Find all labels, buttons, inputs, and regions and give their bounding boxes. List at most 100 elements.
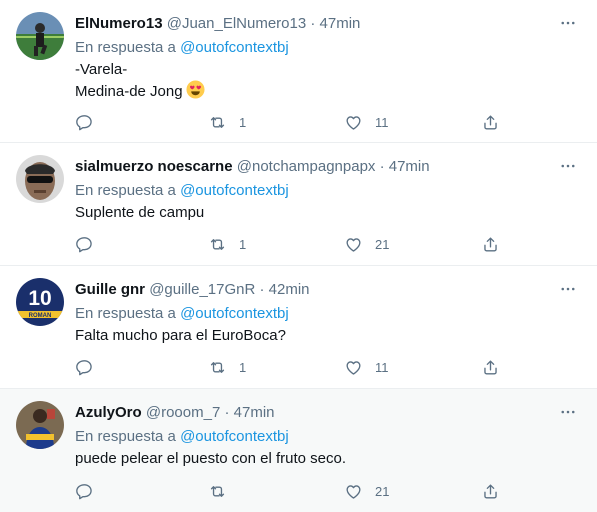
retweet-button[interactable] xyxy=(208,481,253,501)
heart-eyes-emoji-icon xyxy=(186,80,205,99)
reply-prefix: En respuesta a xyxy=(75,428,176,445)
reply-prefix: En respuesta a xyxy=(75,182,176,199)
tweet-text-line: Medina-de Jong xyxy=(75,80,205,102)
reply-context: En respuesta a @outofcontextbj xyxy=(75,304,289,324)
retweet-button[interactable]: 1 xyxy=(208,234,253,254)
retweet-icon xyxy=(210,238,225,250)
like-button[interactable]: 11 xyxy=(344,112,389,132)
reply-mention-link[interactable]: @outofcontextbj xyxy=(180,39,289,56)
timestamp[interactable]: 47min xyxy=(320,15,361,32)
retweet-icon xyxy=(210,485,225,497)
retweet-button[interactable]: 1 xyxy=(208,357,253,377)
reply-icon xyxy=(76,236,92,252)
more-dots-icon xyxy=(561,287,575,291)
reply-context: En respuesta a @outofcontextbj xyxy=(75,427,289,447)
avatar-image xyxy=(16,401,64,449)
retweet-count: 1 xyxy=(239,359,247,375)
more-dots-icon xyxy=(561,21,575,25)
tweet-actions: 21 xyxy=(0,481,597,501)
avatar-badge-number: 10 xyxy=(28,287,51,310)
separator-dot: · xyxy=(379,158,385,175)
tweet[interactable]: AzulyOro @rooom_7 · 47min En respuesta a… xyxy=(0,389,597,512)
more-dots-icon xyxy=(561,410,575,414)
share-button[interactable] xyxy=(481,112,500,132)
reply-context: En respuesta a @outofcontextbj xyxy=(75,38,289,58)
tweet-text-line: Falta mucho para el EuroBoca? xyxy=(75,327,286,344)
username[interactable]: @Juan_ElNumero13 xyxy=(167,15,306,32)
tweet-header: ElNumero13 @Juan_ElNumero13 · 47min xyxy=(75,14,360,34)
tweet-header: sialmuerzo noescarne @notchampagnpapx · … xyxy=(75,157,430,177)
tweet-text-line: Suplente de campu xyxy=(75,204,205,221)
more-dots-icon xyxy=(561,164,575,168)
retweet-icon xyxy=(210,116,225,128)
display-name[interactable]: Guille gnr xyxy=(75,281,145,298)
username[interactable]: @rooom_7 xyxy=(146,404,220,421)
tweet[interactable]: sialmuerzo noescarne @notchampagnpapx · … xyxy=(0,143,597,266)
like-button[interactable]: 21 xyxy=(344,234,389,254)
separator-dot: · xyxy=(224,404,230,421)
retweet-count: 1 xyxy=(239,236,247,252)
reply-button[interactable] xyxy=(75,234,94,254)
tweet-text-line: puede pelear el puesto con el fruto seco… xyxy=(75,450,347,467)
share-button[interactable] xyxy=(481,357,500,377)
display-name[interactable]: sialmuerzo noescarne xyxy=(75,158,233,175)
reply-icon xyxy=(76,483,92,499)
more-options-button[interactable] xyxy=(557,401,579,423)
like-button[interactable]: 11 xyxy=(344,357,389,377)
heart-icon xyxy=(346,237,361,252)
share-button[interactable] xyxy=(481,234,500,254)
timestamp[interactable]: 42min xyxy=(269,281,310,298)
timestamp[interactable]: 47min xyxy=(234,404,275,421)
more-options-button[interactable] xyxy=(557,278,579,300)
tweet-text: puede pelear el puesto con el fruto seco… xyxy=(75,449,346,469)
avatar-image xyxy=(16,155,64,203)
display-name[interactable]: AzulyOro xyxy=(75,404,142,421)
tweet-actions: 1 21 xyxy=(0,234,597,254)
avatar-badge-name: ROMAN xyxy=(29,313,52,319)
reply-mention-link[interactable]: @outofcontextbj xyxy=(180,182,289,199)
heart-icon xyxy=(346,115,361,130)
tweet[interactable]: 10 ROMAN Guille gnr @guille_17GnR · 42mi… xyxy=(0,266,597,389)
tweet-actions: 1 11 xyxy=(0,112,597,132)
reply-icon xyxy=(76,114,92,130)
like-button[interactable]: 21 xyxy=(344,481,389,501)
display-name[interactable]: ElNumero13 xyxy=(75,15,163,32)
reply-context: En respuesta a @outofcontextbj xyxy=(75,181,289,201)
reply-button[interactable] xyxy=(75,481,94,501)
retweet-button[interactable]: 1 xyxy=(208,112,253,132)
timestamp[interactable]: 47min xyxy=(389,158,430,175)
like-count: 11 xyxy=(375,114,389,130)
more-options-button[interactable] xyxy=(557,12,579,34)
separator-dot: · xyxy=(310,15,316,32)
reply-mention-link[interactable]: @outofcontextbj xyxy=(180,305,289,322)
reply-button[interactable] xyxy=(75,357,94,377)
avatar[interactable] xyxy=(16,401,64,449)
avatar[interactable] xyxy=(16,12,64,60)
tweet-text-line: -Varela- xyxy=(75,61,128,78)
share-button[interactable] xyxy=(481,481,500,501)
username[interactable]: @notchampagnpapx xyxy=(237,158,376,175)
more-options-button[interactable] xyxy=(557,155,579,177)
share-icon xyxy=(484,359,497,375)
like-count: 21 xyxy=(375,236,390,252)
reply-prefix: En respuesta a xyxy=(75,39,176,56)
retweet-icon xyxy=(210,361,225,373)
share-icon xyxy=(484,114,497,130)
reply-mention-link[interactable]: @outofcontextbj xyxy=(180,428,289,445)
retweet-count: 1 xyxy=(239,114,247,130)
avatar[interactable]: 10 ROMAN xyxy=(16,278,64,326)
tweet-header: Guille gnr @guille_17GnR · 42min xyxy=(75,280,310,300)
separator-dot: · xyxy=(259,281,265,298)
tweet-text: Falta mucho para el EuroBoca? xyxy=(75,326,286,346)
like-count: 21 xyxy=(375,483,390,499)
heart-icon xyxy=(346,484,361,499)
tweet-text: Suplente de campu xyxy=(75,203,204,223)
avatar-image: 10 ROMAN xyxy=(16,278,64,326)
reply-icon xyxy=(76,359,92,375)
username[interactable]: @guille_17GnR xyxy=(149,281,255,298)
avatar[interactable] xyxy=(16,155,64,203)
share-icon xyxy=(484,483,497,499)
tweet[interactable]: ElNumero13 @Juan_ElNumero13 · 47min En r… xyxy=(0,0,597,143)
reply-button[interactable] xyxy=(75,112,94,132)
heart-icon xyxy=(346,360,361,375)
